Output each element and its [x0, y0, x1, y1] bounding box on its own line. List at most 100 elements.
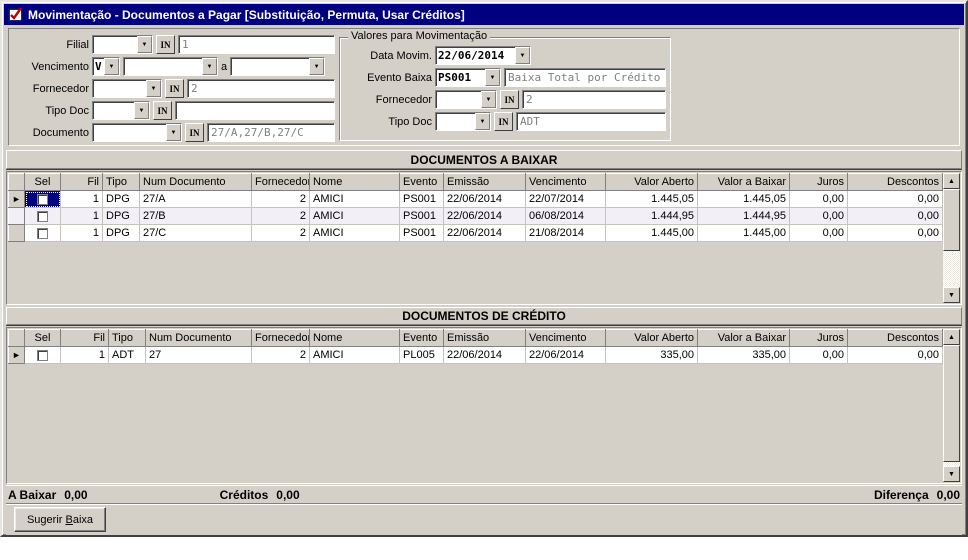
col-valor-aberto[interactable]: Valor Aberto [606, 174, 698, 191]
col-nome[interactable]: Nome [310, 174, 400, 191]
col-fornecedor[interactable]: Fornecedor [252, 330, 310, 347]
tipo-doc-combo[interactable]: ▼ [92, 101, 150, 120]
documento-lookup-button[interactable]: IN [185, 123, 204, 142]
valores-tipo-doc-input[interactable]: ADT [516, 112, 666, 131]
col-fornecedor[interactable]: Fornecedor [252, 174, 310, 191]
scroll-down-button[interactable]: ▼ [943, 287, 960, 303]
col-valor-aberto[interactable]: Valor Aberto [606, 330, 698, 347]
documento-input[interactable]: 27/A,27/B,27/C [207, 123, 335, 142]
cell-descontos: 0,00 [848, 191, 943, 208]
cell-descontos: 0,00 [848, 225, 943, 242]
vertical-scrollbar[interactable]: ▲ ▼ [943, 329, 960, 482]
vencimento-to-value [231, 58, 309, 75]
col-sel[interactable]: Sel [25, 174, 61, 191]
col-vencimento[interactable]: Vencimento [526, 174, 606, 191]
sugerir-baixa-button[interactable]: Sugerir Baixa [14, 507, 106, 532]
table-row[interactable]: 1 DPG 27/C 2 AMICI PS001 22/06/2014 21/0… [9, 225, 943, 242]
filial-input[interactable]: 1 [178, 35, 335, 54]
col-evento[interactable]: Evento [400, 174, 444, 191]
cell-num-documento: 27/C [140, 225, 252, 242]
cell-tipo: DPG [103, 208, 140, 225]
data-movim-value: 22/06/2014 [436, 47, 515, 64]
col-fil[interactable]: Fil [61, 174, 103, 191]
scrollbar-thumb[interactable] [943, 345, 960, 462]
valores-fornecedor-combo[interactable]: ▼ [435, 90, 497, 109]
dropdown-icon[interactable]: ▼ [475, 113, 490, 130]
cell-sel[interactable] [25, 191, 61, 208]
data-movim-combo[interactable]: 22/06/2014 ▼ [435, 46, 531, 65]
fornecedor-combo[interactable]: ▼ [92, 79, 162, 98]
col-fil[interactable]: Fil [61, 330, 109, 347]
scroll-up-button[interactable]: ▲ [943, 329, 960, 345]
valores-fornecedor-lookup-button[interactable]: IN [500, 90, 519, 109]
col-nome[interactable]: Nome [310, 330, 400, 347]
col-sel[interactable]: Sel [25, 330, 61, 347]
credito-table: Sel Fil Tipo Num Documento Fornecedor No… [8, 329, 943, 364]
col-emissao[interactable]: Emissão [444, 330, 526, 347]
cell-evento: PL005 [400, 347, 444, 364]
sel-checkbox[interactable] [37, 211, 48, 222]
sel-checkbox[interactable] [37, 350, 48, 361]
dropdown-icon[interactable]: ▼ [202, 58, 217, 75]
cell-sel[interactable] [25, 347, 61, 364]
col-valor-baixar[interactable]: Valor a Baixar [698, 330, 790, 347]
cell-sel[interactable] [25, 208, 61, 225]
dropdown-icon[interactable]: ▼ [166, 124, 181, 141]
sel-checkbox[interactable] [37, 194, 48, 205]
col-evento[interactable]: Evento [400, 330, 444, 347]
documento-combo[interactable]: ▼ [92, 123, 182, 142]
col-emissao[interactable]: Emissão [444, 174, 526, 191]
col-juros[interactable]: Juros [790, 174, 848, 191]
filial-lookup-button[interactable]: IN [156, 35, 175, 54]
valores-fornecedor-input[interactable]: 2 [522, 90, 666, 109]
vencimento-to-combo[interactable]: ▼ [230, 57, 325, 76]
fornecedor-input[interactable]: 2 [187, 79, 335, 98]
col-vencimento[interactable]: Vencimento [526, 330, 606, 347]
sel-checkbox[interactable] [37, 228, 48, 239]
dropdown-icon[interactable]: ▼ [515, 47, 530, 64]
filter-form: Filial ▼ IN 1 Vencimento V ▼ [13, 35, 335, 145]
table-row[interactable]: 1 DPG 27/B 2 AMICI PS001 22/06/2014 06/0… [9, 208, 943, 225]
vencimento-type-combo[interactable]: V ▼ [92, 57, 120, 76]
evento-baixa-combo[interactable]: PS001 ▼ [435, 68, 501, 87]
tipo-doc-row: Tipo Doc ▼ IN [13, 101, 335, 120]
button-bar: Sugerir Baixa [6, 503, 962, 535]
dropdown-icon[interactable]: ▼ [146, 80, 161, 97]
tipo-doc-input[interactable] [175, 101, 335, 120]
col-descontos[interactable]: Descontos [848, 330, 943, 347]
tipo-doc-lookup-button[interactable]: IN [153, 101, 172, 120]
dropdown-icon[interactable]: ▼ [485, 69, 500, 86]
dropdown-icon[interactable]: ▼ [481, 91, 496, 108]
col-num-documento[interactable]: Num Documento [140, 174, 252, 191]
scroll-down-button[interactable]: ▼ [943, 466, 960, 482]
filial-combo[interactable]: ▼ [92, 35, 153, 54]
cell-sel[interactable] [25, 225, 61, 242]
table-row[interactable]: ► 1 DPG 27/A 2 AMICI PS001 22/06/2014 22… [9, 191, 943, 208]
evento-baixa-description[interactable]: Baixa Total por Crédito [504, 68, 666, 87]
evento-baixa-row: Evento Baixa PS001 ▼ Baixa Total por Cré… [342, 68, 666, 87]
col-tipo[interactable]: Tipo [109, 330, 146, 347]
col-juros[interactable]: Juros [790, 330, 848, 347]
valores-tipo-doc-combo[interactable]: ▼ [435, 112, 491, 131]
fornecedor-lookup-button[interactable]: IN [165, 79, 184, 98]
cell-valor-baixar: 1.445,00 [698, 225, 790, 242]
col-valor-baixar[interactable]: Valor a Baixar [698, 174, 790, 191]
vertical-scrollbar[interactable]: ▲ ▼ [943, 173, 960, 303]
col-tipo[interactable]: Tipo [103, 174, 140, 191]
cell-vencimento: 21/08/2014 [526, 225, 606, 242]
dropdown-icon[interactable]: ▼ [134, 102, 149, 119]
col-num-documento[interactable]: Num Documento [146, 330, 252, 347]
baixar-header-row: Sel Fil Tipo Num Documento Fornecedor No… [9, 174, 943, 191]
table-row[interactable]: ► 1 ADT 27 2 AMICI PL005 22/06/2014 22/0… [9, 347, 943, 364]
sugerir-baixa-accel: B [66, 514, 73, 526]
totals-bar: A Baixar 0,00 Créditos 0,00 Diferença 0,… [6, 485, 962, 503]
vencimento-from-combo[interactable]: ▼ [123, 57, 218, 76]
dropdown-icon[interactable]: ▼ [104, 58, 119, 75]
valores-tipo-doc-lookup-button[interactable]: IN [494, 112, 513, 131]
title-bar[interactable]: Movimentação - Documentos a Pagar [Subst… [4, 4, 964, 25]
dropdown-icon[interactable]: ▼ [309, 58, 324, 75]
scroll-up-button[interactable]: ▲ [943, 173, 960, 189]
scrollbar-thumb[interactable] [943, 189, 960, 251]
dropdown-icon[interactable]: ▼ [137, 36, 152, 53]
col-descontos[interactable]: Descontos [848, 174, 943, 191]
